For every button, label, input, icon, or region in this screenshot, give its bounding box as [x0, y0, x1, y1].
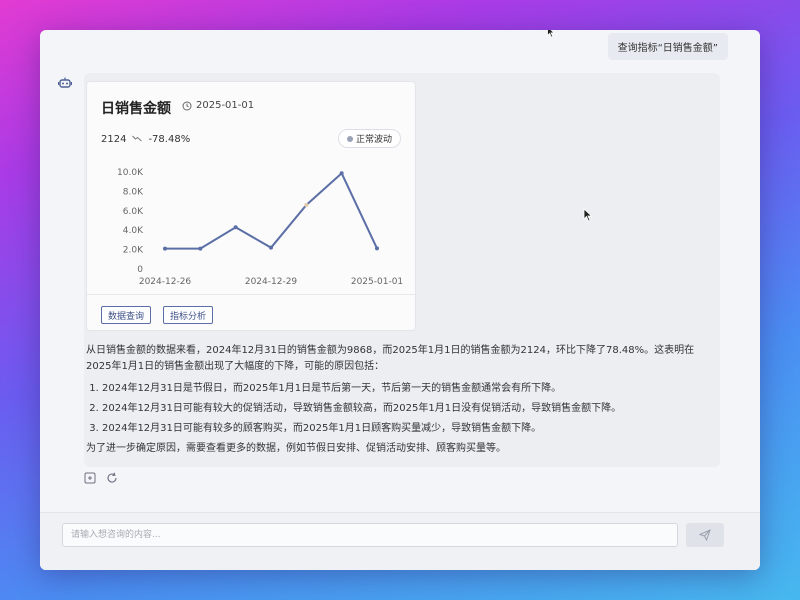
- status-badge-label: 正常波动: [355, 135, 392, 145]
- card-divider: [87, 294, 415, 295]
- y-tick-label: 10.0K: [117, 168, 144, 178]
- data-point[interactable]: [339, 171, 344, 176]
- bot-message-panel: 日销售金额 2025-01-01 2124 -78.48% 正常波动 0 2.0K…: [84, 73, 720, 467]
- answer-conclusion: 为了进一步确定原因，需要查看更多的数据，例如节假日安排、促销活动安排、顾客购买量…: [86, 443, 506, 454]
- list-item: 2024年12月31日是节假日，而2025年1月1日是节后第一天，节后第一天的销…: [102, 381, 714, 397]
- metric-analysis-button[interactable]: 指标分析: [163, 306, 214, 324]
- y-tick-label: 2.0K: [123, 246, 144, 256]
- chat-input[interactable]: [62, 523, 678, 547]
- y-tick-label: 6.0K: [123, 207, 144, 217]
- clock-icon: [182, 101, 192, 110]
- data-point[interactable]: [269, 245, 273, 250]
- robot-icon: [58, 76, 72, 90]
- date-text: 2025-01-01: [196, 100, 255, 111]
- answer-text: 从日销售金额的数据来看，2024年12月31日的销售金额为9868，而2025年…: [86, 343, 714, 457]
- reasons-list: 2024年12月31日是节假日，而2025年1月1日是节后第一天，节后第一天的销…: [86, 381, 714, 437]
- x-tick-label: 2024-12-29: [245, 277, 298, 286]
- send-button[interactable]: [686, 523, 724, 547]
- y-tick-label: 8.0K: [123, 187, 144, 197]
- x-tick-label: 2024-12-26: [139, 277, 192, 286]
- mouse-cursor-icon: [583, 208, 593, 222]
- list-item: 2024年12月31日可能有较大的促销活动，导致销售金额较高，而2025年1月1…: [102, 401, 714, 417]
- copy-icon[interactable]: [84, 472, 96, 484]
- send-icon: [699, 529, 711, 541]
- card-date: 2025-01-01: [182, 100, 254, 111]
- status-icon: [346, 135, 353, 142]
- data-query-button[interactable]: 数据查询: [101, 306, 152, 324]
- mouse-cursor-icon: [547, 30, 555, 38]
- refresh-icon[interactable]: [106, 472, 118, 484]
- status-badge: 正常波动: [337, 129, 401, 148]
- data-point[interactable]: [375, 246, 379, 251]
- line-chart: 0 2.0K 4.0K 6.0K 8.0K 10.0K 2024-12-26 2024-12-…: [117, 168, 403, 286]
- y-tick-label: 4.0K: [123, 226, 144, 236]
- data-point[interactable]: [233, 225, 238, 230]
- trend-down-icon: [132, 135, 143, 145]
- card-stats: 2124 -78.48%: [101, 134, 190, 145]
- x-tick-label: 2025-01-01: [351, 277, 403, 286]
- card-title: 日销售金额: [101, 101, 171, 117]
- list-item: 2024年12月31日可能有较多的顾客购买，而2025年1月1日顾客购买量减少，…: [102, 421, 714, 437]
- message-actions: [84, 472, 118, 484]
- input-bar: [40, 512, 760, 570]
- metric-change: -78.48%: [148, 134, 191, 145]
- data-point[interactable]: [198, 246, 203, 251]
- y-tick-label: 0: [137, 265, 143, 275]
- chat-window: 查询指标“日销售金额” 日销售金额 2025-01-01 2124 -78.48…: [40, 30, 760, 570]
- series-line: [165, 171, 378, 250]
- data-point[interactable]: [304, 202, 309, 207]
- answer-intro: 从日销售金额的数据来看，2024年12月31日的销售金额为9868，而2025年…: [86, 345, 695, 372]
- metric-card: 日销售金额 2025-01-01 2124 -78.48% 正常波动 0 2.0K…: [86, 81, 416, 331]
- metric-value: 2124: [101, 134, 127, 145]
- user-message-bubble: 查询指标“日销售金额”: [607, 33, 728, 60]
- data-point[interactable]: [163, 246, 167, 251]
